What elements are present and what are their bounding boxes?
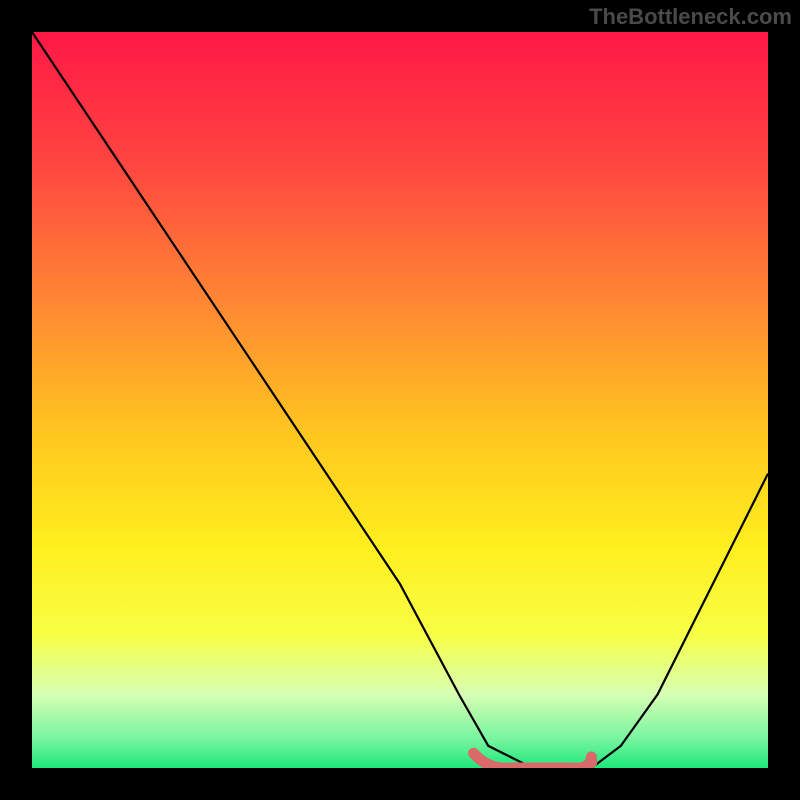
curve-layer — [32, 32, 768, 768]
plot-area — [32, 32, 768, 768]
watermark-text: TheBottleneck.com — [589, 4, 792, 30]
optimal-end-dot — [585, 756, 597, 768]
optimal-range-highlight — [474, 753, 592, 768]
bottleneck-curve — [32, 32, 768, 768]
chart-frame: TheBottleneck.com — [0, 0, 800, 800]
